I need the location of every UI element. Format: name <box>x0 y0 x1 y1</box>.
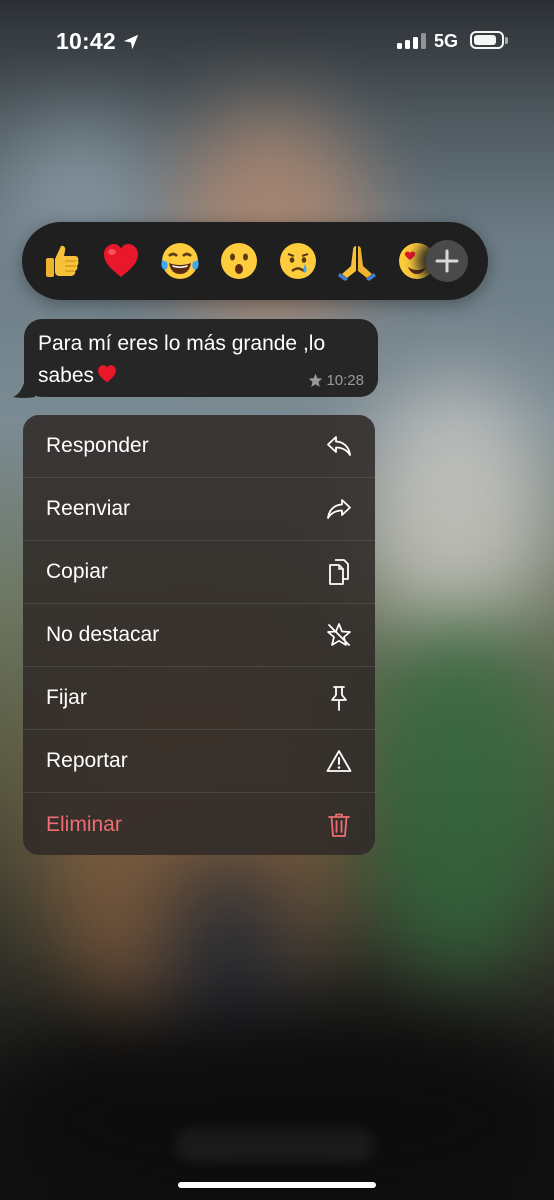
forward-icon <box>325 495 353 523</box>
thumbs-up-emoji[interactable] <box>41 240 83 282</box>
plus-icon <box>435 249 459 273</box>
home-indicator[interactable] <box>178 1182 376 1188</box>
folded-hands-emoji[interactable] <box>336 240 378 282</box>
red-heart-emoji[interactable] <box>100 240 142 282</box>
menu-item-label: Reenviar <box>46 497 131 520</box>
crying-face-emoji[interactable] <box>277 240 319 282</box>
warning-icon <box>325 747 353 775</box>
reply-icon <box>325 432 353 460</box>
menu-item-reenviar[interactable]: Reenviar <box>23 478 375 541</box>
star-icon <box>309 373 323 387</box>
status-time: 10:42 <box>56 28 140 55</box>
menu-item-label: No destacar <box>46 623 160 646</box>
menu-item-label: Copiar <box>46 560 108 583</box>
reaction-bar <box>22 222 488 300</box>
message-bubble[interactable]: Para mí eres lo más grande ,lo sabes 10:… <box>24 319 378 397</box>
signal-bars-icon <box>397 33 426 49</box>
tears-of-joy-emoji[interactable] <box>159 240 201 282</box>
menu-item-responder[interactable]: Responder <box>23 415 375 478</box>
message-meta: 10:28 <box>308 372 364 389</box>
status-bar: 10:42 5G <box>0 0 554 84</box>
menu-item-no-destacar[interactable]: No destacar <box>23 604 375 667</box>
message-context-menu: Responder Reenviar Copiar No destacar Fi… <box>23 415 375 855</box>
menu-item-copiar[interactable]: Copiar <box>23 541 375 604</box>
menu-item-eliminar[interactable]: Eliminar <box>23 793 375 855</box>
home-bar-shadow <box>175 1128 375 1162</box>
copy-icon <box>325 558 353 586</box>
red-heart-emoji <box>98 365 116 383</box>
trash-icon <box>325 811 353 839</box>
menu-item-label: Fijar <box>46 686 87 709</box>
unstar-icon <box>325 621 353 649</box>
clock-label: 10:42 <box>56 28 116 54</box>
pin-icon <box>325 684 353 712</box>
surprised-face-emoji[interactable] <box>218 240 260 282</box>
network-type: 5G <box>434 31 459 51</box>
menu-item-label: Eliminar <box>46 812 122 836</box>
more-reactions-button[interactable] <box>426 240 468 282</box>
message-time: 10:28 <box>326 372 364 389</box>
menu-item-label: Reportar <box>46 749 128 772</box>
menu-item-reportar[interactable]: Reportar <box>23 730 375 793</box>
menu-item-fijar[interactable]: Fijar <box>23 667 375 730</box>
message-line-2: sabes <box>38 364 95 387</box>
battery-icon <box>470 31 508 49</box>
message-line-1: Para mí eres lo más grande ,lo <box>38 332 326 355</box>
location-arrow-icon <box>123 34 139 49</box>
menu-item-label: Responder <box>46 434 149 457</box>
